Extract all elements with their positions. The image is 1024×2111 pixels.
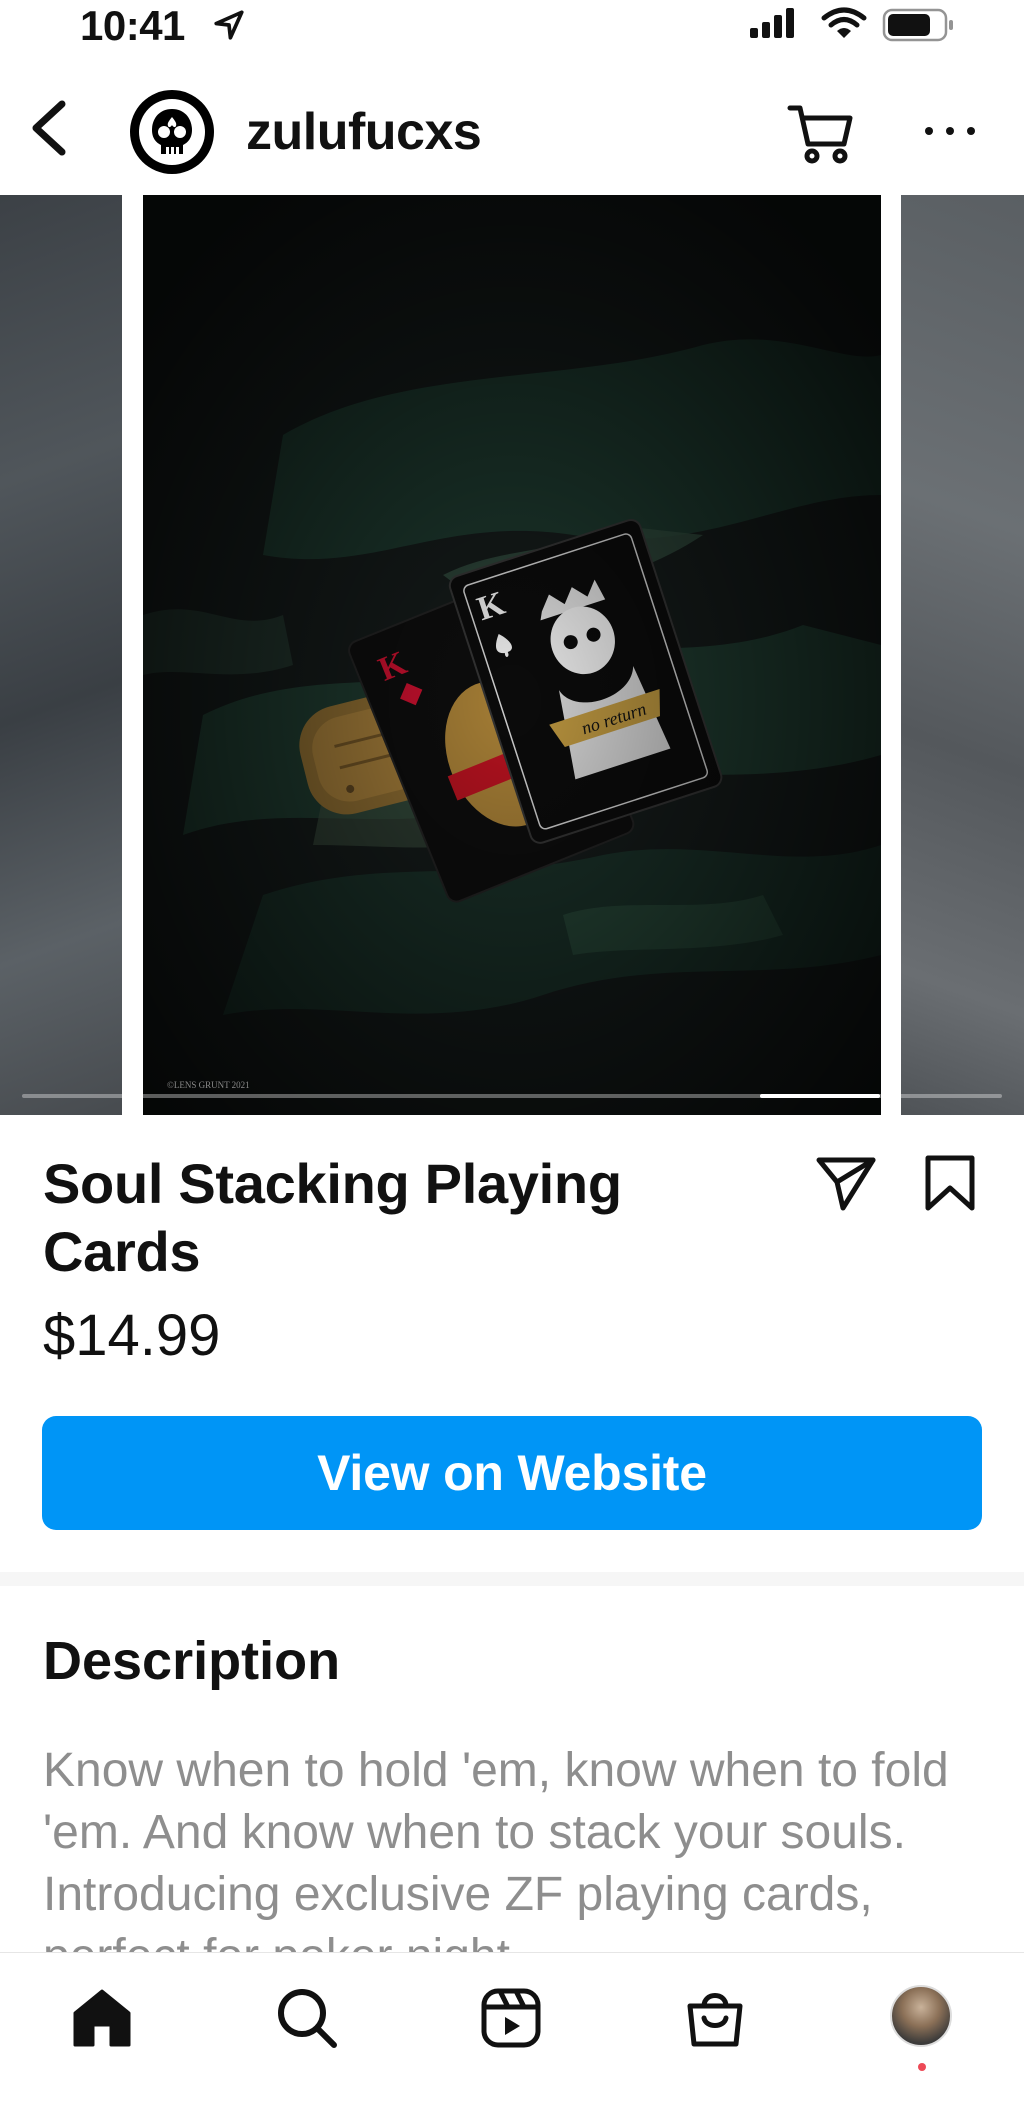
bottom-navigation: [0, 1952, 1024, 2111]
nav-profile-avatar[interactable]: [890, 1985, 952, 2047]
shop-bag-icon: [687, 1993, 743, 2047]
battery-icon: [882, 8, 953, 42]
cart-icon: [787, 105, 853, 164]
share-button[interactable]: [815, 1152, 877, 1214]
save-button[interactable]: [922, 1152, 978, 1214]
profile-avatar[interactable]: [130, 90, 214, 174]
product-price: $14.99: [43, 1303, 221, 1368]
bookmark-icon: [925, 1155, 975, 1211]
cellular-signal-icon: [750, 8, 794, 38]
product-title: Soul Stacking Playing Cards: [43, 1152, 622, 1283]
next-product-image[interactable]: [901, 195, 1024, 1115]
location-arrow-icon: [214, 10, 244, 40]
more-icon: [925, 127, 933, 135]
view-on-website-button[interactable]: View on Website: [42, 1416, 982, 1530]
home-icon: [73, 1989, 131, 2047]
nav-reels[interactable]: [476, 1983, 546, 2053]
status-bar: 10:41: [0, 0, 1024, 62]
status-time: 10:41: [80, 2, 185, 49]
product-image-carousel[interactable]: K K no return ©LENS GRU: [0, 195, 1024, 1115]
product-photo-art: K K no return: [143, 195, 881, 1115]
back-chevron-icon: [32, 100, 66, 156]
photo-watermark: ©LENS GRUNT 2021: [167, 1080, 250, 1090]
cart-button[interactable]: [786, 98, 856, 168]
reels-icon: [481, 1988, 541, 2048]
previous-product-image[interactable]: [0, 195, 122, 1115]
profile-header: zulufucxs: [0, 62, 1024, 194]
skull-logo-icon: [139, 99, 205, 165]
more-options-button[interactable]: [925, 116, 975, 146]
profile-username[interactable]: zulufucxs: [246, 102, 482, 162]
carousel-progress-indicator: [760, 1094, 880, 1098]
description-text: Know when to hold 'em, know when to fold…: [43, 1744, 949, 1952]
product-image: K K no return ©LENS GRU: [143, 195, 881, 1115]
wifi-icon: [821, 7, 867, 38]
notification-dot: [918, 2063, 926, 2071]
nav-shop[interactable]: [680, 1983, 750, 2053]
back-button[interactable]: [20, 98, 80, 158]
nav-search[interactable]: [272, 1983, 342, 2053]
section-divider: [0, 1572, 1024, 1586]
send-icon: [816, 1157, 876, 1211]
nav-home[interactable]: [67, 1983, 137, 2053]
description-heading: Description: [43, 1631, 341, 1691]
search-icon: [278, 1989, 337, 2048]
